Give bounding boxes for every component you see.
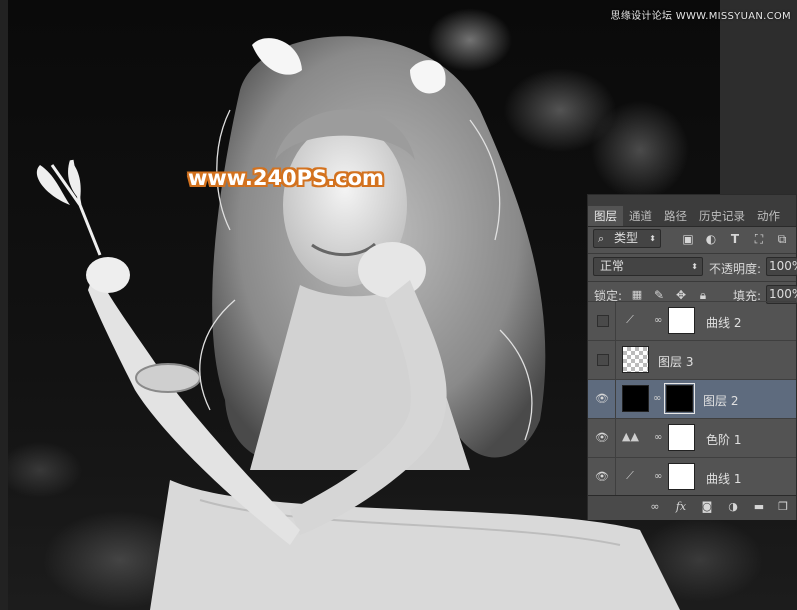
- filter-kind-label: 类型: [614, 231, 639, 245]
- divider: [615, 341, 616, 380]
- layer-mask-thumbnail[interactable]: [668, 463, 695, 490]
- link-icon[interactable]: ∞: [654, 470, 662, 484]
- group-folder-icon[interactable]: ▬: [752, 500, 766, 514]
- layer-row-layer-2[interactable]: 👁︎ ∞ 图层 2: [588, 379, 796, 419]
- text-filter-icon[interactable]: T: [728, 232, 742, 246]
- panel-bottom-toolbar: ∞ fx ◙ ◑ ▬ ❐: [588, 495, 796, 520]
- watermark-240ps: www.240PS.com: [188, 166, 384, 190]
- link-icon[interactable]: ∞: [653, 392, 661, 406]
- curves-adjustment-icon: ⟋: [626, 469, 634, 482]
- tab-paths[interactable]: 路径: [658, 206, 693, 226]
- eye-icon[interactable]: 👁︎: [594, 469, 610, 485]
- visibility-toggle-off[interactable]: [597, 315, 609, 327]
- updown-arrow-icon: ⬍: [649, 234, 656, 243]
- search-icon: ⌕: [598, 232, 605, 245]
- layer-name[interactable]: 图层 2: [703, 392, 738, 409]
- updown-arrow-icon: ⬍: [691, 262, 698, 271]
- tab-layers[interactable]: 图层: [588, 206, 623, 226]
- blend-mode-select[interactable]: 正常 ⬍: [593, 257, 703, 276]
- levels-adjustment-icon: ▲▲: [622, 430, 639, 443]
- panel-tabs: 图层 通道 路径 历史记录 动作: [588, 195, 796, 227]
- divider: [615, 419, 616, 458]
- adjustment-filter-icon[interactable]: ◐: [704, 232, 718, 246]
- layer-row-layer-3[interactable]: 图层 3: [588, 340, 796, 380]
- layer-name[interactable]: 曲线 2: [706, 314, 741, 331]
- layer-name[interactable]: 图层 3: [658, 353, 693, 370]
- adjustment-icon[interactable]: ◑: [726, 500, 740, 514]
- divider: [615, 302, 616, 341]
- filter-kind-select[interactable]: ⌕ 类型 ⬍: [593, 229, 661, 248]
- lock-transparency-icon[interactable]: ▦: [630, 288, 644, 302]
- divider: [588, 253, 796, 254]
- layer-name[interactable]: 曲线 1: [706, 470, 741, 487]
- watermark-site: 思缘设计论坛 WWW.MISSYUAN.COM: [610, 11, 791, 22]
- layer-row-curves-1[interactable]: 👁︎ ⟋ ∞ 曲线 1: [588, 457, 796, 497]
- blend-row: 正常 ⬍ 不透明度: 100%: [588, 255, 797, 279]
- link-icon[interactable]: ∞: [654, 314, 662, 328]
- layer-mask-thumbnail[interactable]: [668, 424, 695, 451]
- divider: [615, 380, 616, 419]
- layer-row-curves-2[interactable]: ⟋ ∞ 曲线 2: [588, 301, 796, 341]
- new-layer-icon[interactable]: ❐: [776, 500, 790, 514]
- tab-history[interactable]: 历史记录: [693, 206, 751, 226]
- visibility-toggle-off[interactable]: [597, 354, 609, 366]
- link-icon[interactable]: ∞: [648, 500, 662, 514]
- opacity-input[interactable]: 100%: [766, 257, 797, 276]
- layer-row-levels-1[interactable]: 👁︎ ▲▲ ∞ 色阶 1: [588, 418, 796, 458]
- divider: [588, 281, 796, 282]
- curves-adjustment-icon: ⟋: [626, 313, 634, 326]
- mask-icon[interactable]: ◙: [700, 500, 714, 514]
- opacity-label: 不透明度:: [709, 262, 762, 276]
- layer-thumbnail[interactable]: [622, 346, 649, 373]
- layer-mask-thumbnail[interactable]: [668, 307, 695, 334]
- layer-thumbnail[interactable]: [622, 385, 649, 412]
- fx-icon[interactable]: fx: [674, 500, 688, 514]
- filter-row: ⌕ 类型 ⬍ ▣ ◐ T ⛶ ⧉: [588, 227, 796, 251]
- lock-all-padlock-icon[interactable]: 🔒︎: [696, 288, 710, 302]
- layers-panel: 图层 通道 路径 历史记录 动作 ⌕ 类型 ⬍ ▣ ◐ T ⛶ ⧉ 正常 ⬍ 不…: [587, 194, 797, 520]
- eye-icon[interactable]: 👁︎: [594, 391, 610, 407]
- link-icon[interactable]: ∞: [654, 431, 662, 445]
- image-filter-icon[interactable]: ▣: [681, 232, 695, 246]
- tab-channels[interactable]: 通道: [623, 206, 658, 226]
- divider: [615, 458, 616, 497]
- layer-name[interactable]: 色阶 1: [706, 431, 741, 448]
- smart-object-filter-icon[interactable]: ⧉: [775, 232, 789, 246]
- eye-icon[interactable]: 👁︎: [594, 430, 610, 446]
- layer-mask-thumbnail[interactable]: [664, 383, 695, 414]
- shape-filter-icon[interactable]: ⛶: [752, 232, 766, 246]
- tab-actions[interactable]: 动作: [751, 206, 786, 226]
- lock-image-brush-icon[interactable]: ✎: [652, 288, 666, 302]
- blend-mode-value: 正常: [600, 259, 625, 273]
- lock-position-move-icon[interactable]: ✥: [674, 288, 688, 302]
